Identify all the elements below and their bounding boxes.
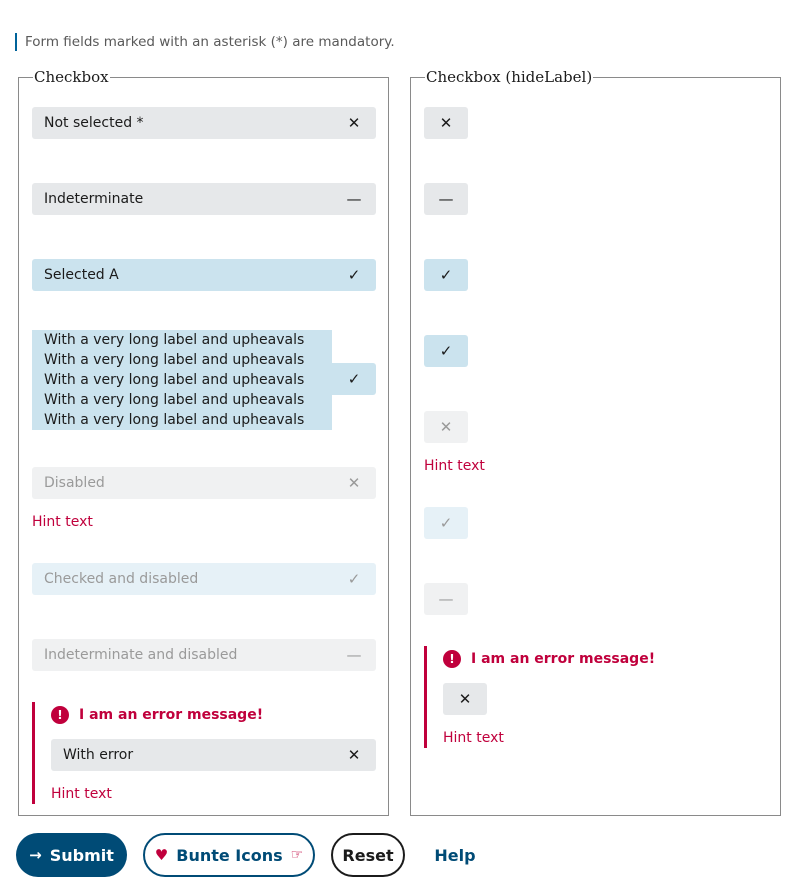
error-message: ! I am an error message! [51, 706, 263, 724]
error-indicator-bar [424, 646, 427, 748]
dash-icon: — [438, 190, 454, 208]
dash-icon: — [346, 646, 362, 664]
checkbox-label: Indeterminate [44, 191, 144, 207]
checkbox-indeterminate-disabled: Indeterminate and disabled — [32, 639, 376, 671]
checkbox-indeterminate[interactable]: — [424, 183, 468, 215]
checkbox-with-error[interactable]: With error ✕ [51, 739, 376, 771]
mandatory-notice: Form fields marked with an asterisk (*) … [15, 33, 395, 51]
checkbox-disabled: ✕ [424, 411, 468, 443]
checkbox-checked-disabled: ✓ [424, 507, 468, 539]
error-indicator-bar [32, 702, 35, 804]
hint-text: Hint text [443, 730, 504, 746]
checkbox-label: Selected A [44, 267, 119, 283]
submit-button[interactable]: → Submit [16, 833, 127, 877]
check-icon: ✓ [439, 514, 453, 532]
heart-icon: ♥ [154, 846, 169, 864]
x-icon: ✕ [347, 114, 361, 132]
check-icon: ✓ [332, 363, 376, 395]
checkbox-with-error[interactable]: ✕ [443, 683, 487, 715]
checkbox-label: Indeterminate and disabled [44, 647, 238, 663]
required-asterisk: * [136, 115, 144, 131]
hint-text: Hint text [424, 458, 485, 474]
bunte-icons-label: Bunte Icons [176, 845, 283, 865]
checkbox-long-label[interactable]: ✓ [424, 335, 468, 367]
fieldset-legend: Checkbox (hideLabel) [426, 68, 593, 86]
arrow-right-icon: → [29, 846, 42, 864]
checkbox-selected[interactable]: ✓ [424, 259, 468, 291]
fieldset-legend: Checkbox [34, 68, 109, 86]
checkbox-label: Checked and disabled [44, 571, 199, 587]
checkbox-not-selected[interactable]: Not selected * ✕ [32, 107, 376, 139]
x-icon: ✕ [439, 114, 453, 132]
error-message-text: I am an error message! [471, 651, 656, 667]
checkbox-disabled: Disabled ✕ [32, 467, 376, 499]
check-icon: ✓ [439, 266, 453, 284]
checkbox-checked-disabled: Checked and disabled ✓ [32, 563, 376, 595]
bunte-icons-button[interactable]: ♥ Bunte Icons ☞ [143, 833, 315, 877]
checkbox-not-selected[interactable]: ✕ [424, 107, 468, 139]
check-icon: ✓ [439, 342, 453, 360]
reset-button[interactable]: Reset [331, 833, 405, 877]
checkbox-long-label[interactable]: With a very long label and upheavals Wit… [32, 330, 376, 430]
submit-label: Submit [49, 845, 114, 865]
checkbox-selected-a[interactable]: Selected A ✓ [32, 259, 376, 291]
checkbox-label: Not selected [44, 115, 133, 131]
error-message-text: I am an error message! [79, 707, 264, 723]
check-icon: ✓ [347, 570, 361, 588]
error-icon: ! [51, 706, 69, 724]
reset-label: Reset [342, 845, 394, 865]
x-icon: ✕ [347, 746, 361, 764]
check-icon: ✓ [347, 266, 361, 284]
checkbox-label: With a very long label and upheavals Wit… [32, 330, 332, 430]
hint-text: Hint text [32, 514, 93, 530]
dash-icon: — [346, 190, 362, 208]
dash-icon: — [438, 590, 454, 608]
hint-text: Hint text [51, 786, 112, 802]
checkbox-indeterminate-disabled: — [424, 583, 468, 615]
x-icon: ✕ [439, 418, 453, 436]
x-icon: ✕ [347, 474, 361, 492]
checkbox-fieldset: Checkbox [18, 68, 389, 816]
help-button[interactable]: Help [421, 833, 489, 877]
x-icon: ✕ [458, 690, 472, 708]
hand-icon: ☞ [290, 847, 304, 863]
error-icon: ! [443, 650, 461, 668]
checkbox-indeterminate[interactable]: Indeterminate — [32, 183, 376, 215]
help-label: Help [434, 845, 476, 865]
checkbox-label: Disabled [44, 475, 105, 491]
checkbox-label: With error [63, 747, 134, 763]
error-message: ! I am an error message! [443, 650, 655, 668]
